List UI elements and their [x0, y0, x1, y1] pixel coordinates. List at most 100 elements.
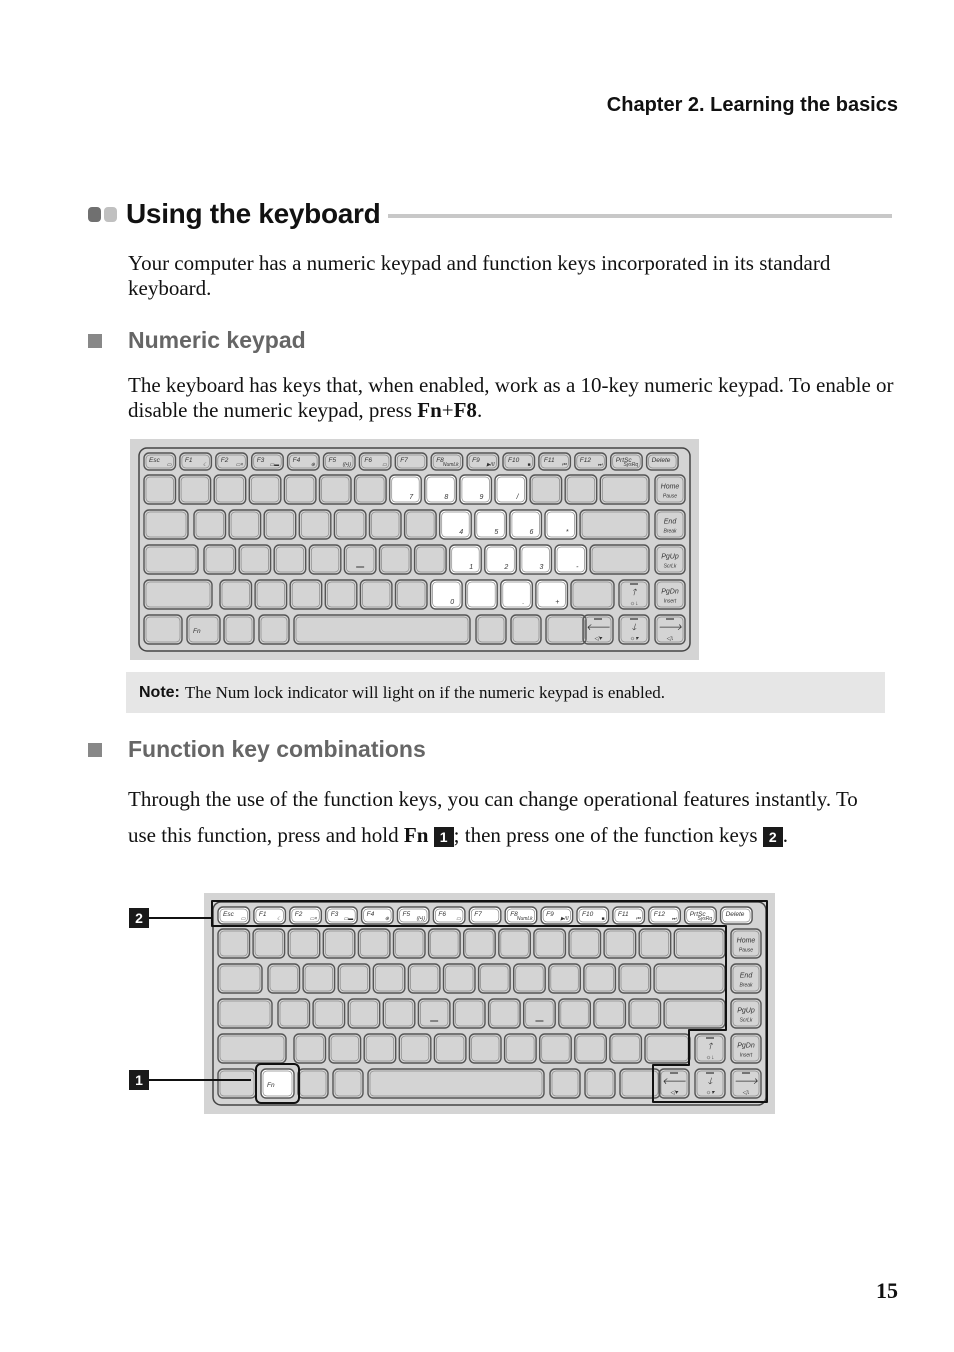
function-keys-illustration: Esc ▭ F1 ☾ F2 ▭× F3 ▭▬ F4 ⊕ F5 ((•)) F6 ▭ F7 F8 NumLk F9 ▶…: [204, 893, 775, 1114]
key: [217, 928, 251, 959]
key-f5: F5 ((•)): [396, 906, 430, 925]
key-arrow-left: 🡐 ◁▾: [582, 614, 614, 645]
key: [618, 963, 652, 994]
key-f12: F12 ⏭: [648, 906, 681, 925]
key: [487, 998, 521, 1029]
key-label: End: [664, 519, 678, 526]
key: [427, 928, 461, 959]
key: [252, 928, 286, 959]
key: [568, 928, 602, 959]
key-sublabel: ◁↓: [666, 636, 674, 642]
key: [579, 509, 650, 540]
key: [463, 928, 496, 959]
key: [564, 474, 598, 505]
key: [609, 1033, 643, 1064]
key: [312, 998, 346, 1029]
key-f1: F1 ☾: [179, 452, 213, 471]
key: [442, 963, 476, 994]
key: [328, 1033, 362, 1064]
key-sublabel: ◁▾: [594, 636, 603, 642]
key-home: Home Pause: [730, 928, 762, 959]
key-win: [223, 614, 255, 645]
key: [574, 1033, 607, 1064]
keypad-label: .: [522, 599, 524, 606]
key-backspace: [599, 474, 650, 505]
key-label: Delete: [652, 457, 671, 464]
fn-key-ref: Fn: [403, 823, 429, 847]
key: [513, 963, 546, 994]
key-end: End Break: [654, 509, 686, 540]
subheading-text: Numeric keypad: [128, 327, 306, 353]
key-enter: [663, 998, 726, 1029]
key: 3: [519, 544, 553, 575]
key-label: F10: [508, 457, 520, 464]
key: [583, 963, 617, 994]
fn-key-ref: Fn: [417, 398, 442, 422]
key-label: PgUp: [737, 1008, 755, 1015]
key-arrow-up: 🡑 ☼↓: [694, 1033, 726, 1064]
key-arrow-left: 🡐 ◁▾: [658, 1068, 690, 1099]
key: [228, 509, 262, 540]
key-f4: F4⊕: [360, 906, 394, 925]
key-capslock: [217, 998, 273, 1029]
key-esc: Esc ▭: [217, 906, 251, 925]
key: [378, 544, 412, 575]
key-sublabel: ■: [601, 916, 604, 922]
key: [203, 544, 237, 575]
keypad-label: 4: [459, 529, 463, 536]
key-space: [367, 1068, 545, 1099]
key-sublabel: ☼↓: [630, 601, 639, 607]
key-capslock: [143, 544, 199, 575]
note-box: Note: The Num lock indicator will light …: [126, 672, 885, 713]
key-sublabel: ☾: [277, 916, 281, 922]
key-sublabel: ▭: [241, 916, 246, 922]
key-sublabel: SysRq: [623, 462, 638, 468]
key-sublabel: ScrLk: [740, 1018, 753, 1024]
key-sublabel: ☼▾: [706, 1090, 715, 1096]
key-label: F3: [257, 457, 265, 464]
keypad-label: 1: [469, 564, 473, 571]
key-sublabel: ☼↓: [706, 1055, 715, 1061]
key-pgup: PgUp ScrLk: [654, 544, 686, 575]
key: [273, 544, 307, 575]
key-sublabel: ☼▾: [630, 636, 639, 642]
key: 7: [389, 474, 422, 505]
key-label: Delete: [726, 911, 745, 918]
key-f5: F5 ((•)): [322, 452, 356, 471]
arrow-icon: 🡒: [734, 1076, 758, 1086]
key: [178, 474, 212, 505]
key-delete: Delete: [719, 906, 753, 925]
key-pgdn: PgDn Insert: [730, 1033, 762, 1064]
key-fn: [260, 1068, 295, 1099]
key: [403, 509, 437, 540]
key-home: Home Pause: [654, 474, 686, 505]
key: [289, 579, 323, 610]
key-f3: F3 ▭▬: [324, 906, 358, 925]
key-label: F7: [400, 457, 408, 464]
arrow-icon: 🡑: [632, 587, 638, 597]
key-sublabel: SysRq: [697, 916, 712, 922]
key-f2: F2 ▭×: [289, 906, 323, 925]
key: [213, 474, 247, 505]
key-label: F6: [364, 457, 372, 464]
key: [433, 1033, 467, 1064]
key: [347, 998, 381, 1029]
key-label: F12: [654, 911, 666, 918]
key-sublabel: ▭: [456, 916, 461, 922]
key: [263, 509, 297, 540]
key: [394, 579, 428, 610]
key: [452, 998, 486, 1029]
key-sublabel: ⏭: [598, 462, 603, 468]
key-label: F9: [546, 911, 554, 918]
key-sublabel: Insert: [664, 599, 677, 605]
key: 6: [509, 509, 543, 540]
key-sublabel: NumLk: [443, 462, 459, 468]
key: [322, 928, 356, 959]
keypad-label: +: [555, 599, 559, 606]
key: [465, 579, 498, 610]
key-sublabel: Pause: [739, 948, 753, 954]
section-title: Using the keyboard: [126, 198, 381, 229]
key-sublabel: ■: [527, 462, 530, 468]
key-f4: F4⊕: [286, 452, 320, 471]
keyboard-diagram-2: Esc ▭ F1 ☾ F2 ▭× F3 ▭▬ F4⊕ F5 ((•)) F6 ▭ F7 F8NumLk F9 ▶…: [211, 900, 768, 1106]
